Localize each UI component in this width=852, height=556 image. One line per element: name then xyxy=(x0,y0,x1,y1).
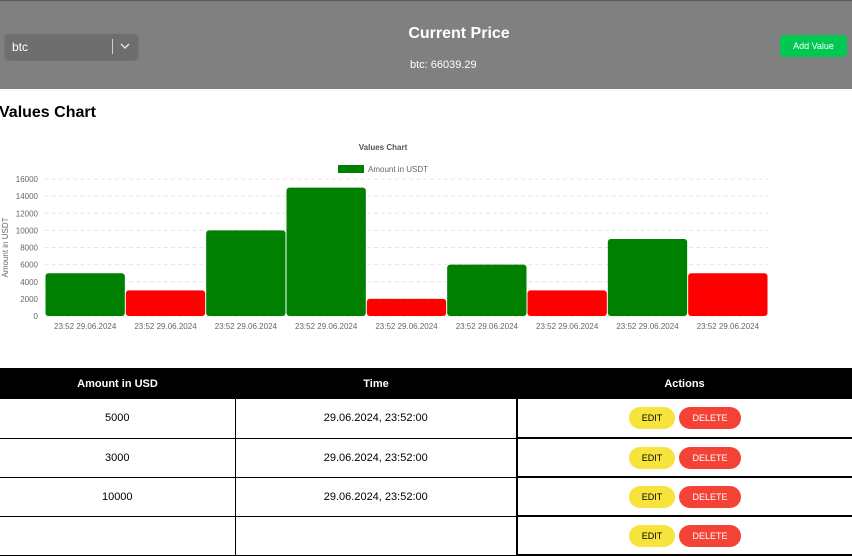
current-price-title: Current Price xyxy=(408,25,510,42)
x-tick-label: 23:52 29.06.2024 xyxy=(375,322,438,331)
time-cell: 29.06.2024, 23:52:00 xyxy=(234,399,517,439)
section-title: Values Chart xyxy=(0,104,96,121)
delete-button[interactable]: DELETE xyxy=(679,446,741,469)
y-tick-label: 8000 xyxy=(20,244,38,253)
edit-button[interactable]: EDIT xyxy=(629,485,675,508)
coin-select[interactable]: btc xyxy=(5,34,138,59)
legend-label: Amount in USDT xyxy=(368,165,428,174)
table-row: EDIT DELETE xyxy=(0,516,852,556)
edit-button[interactable]: EDIT xyxy=(629,407,675,429)
x-tick-label: 23:52 29.06.2024 xyxy=(215,322,278,331)
delete-button[interactable]: DELETE xyxy=(679,485,741,508)
column-header-actions: Actions xyxy=(517,368,852,399)
chart-bar xyxy=(447,264,527,316)
actions-cell: EDIT DELETE xyxy=(516,438,852,478)
chart-bar xyxy=(688,273,768,316)
amount-cell: 5000 xyxy=(0,399,235,439)
amount-cell: 10000 xyxy=(0,477,235,517)
amount-cell: 3000 xyxy=(0,438,235,478)
actions-cell: EDIT DELETE xyxy=(516,516,852,556)
table-row: 5000 29.06.2024, 23:52:00 EDIT DELETE xyxy=(0,399,852,439)
y-tick-label: 4000 xyxy=(20,278,38,287)
chart-bar xyxy=(607,238,688,316)
top-bar: btc Current Price btc: 66039.29 Add Valu… xyxy=(0,0,852,89)
select-separator xyxy=(112,39,113,54)
time-cell: 29.06.2024, 23:52:00 xyxy=(234,438,517,478)
current-price-value: btc: 66039.29 xyxy=(410,59,477,71)
table-row: 3000 29.06.2024, 23:52:00 EDIT DELETE xyxy=(0,438,852,478)
x-tick-label: 23:52 29.06.2024 xyxy=(616,322,679,331)
x-tick-label: 23:52 29.06.2024 xyxy=(697,322,760,331)
y-tick-label: 6000 xyxy=(20,261,38,270)
x-tick-label: 23:52 29.06.2024 xyxy=(536,322,599,331)
edit-button[interactable]: EDIT xyxy=(629,446,675,469)
chart-bar xyxy=(206,230,286,316)
legend-swatch xyxy=(338,165,364,173)
actions-cell: EDIT DELETE xyxy=(516,399,852,439)
chart-bar xyxy=(286,187,366,316)
chevron-down-icon[interactable] xyxy=(119,41,131,51)
time-cell xyxy=(234,516,517,556)
x-tick-label: 23:52 29.06.2024 xyxy=(134,322,197,331)
table-header-row: Amount in USD Time Actions xyxy=(0,368,852,399)
chart-title: Values Chart xyxy=(359,143,408,152)
column-header-amount: Amount in USD xyxy=(0,368,235,399)
x-tick-label: 23:52 29.06.2024 xyxy=(456,322,519,331)
x-tick-label: 23:52 29.06.2024 xyxy=(295,322,358,331)
delete-button[interactable]: DELETE xyxy=(679,407,741,429)
y-tick-label: 2000 xyxy=(20,295,38,304)
y-axis-label: Amount in USDT xyxy=(1,217,10,277)
time-cell: 29.06.2024, 23:52:00 xyxy=(234,477,517,517)
chart-bar xyxy=(45,273,125,316)
y-tick-label: 12000 xyxy=(16,209,39,218)
column-header-time: Time xyxy=(235,368,517,399)
y-tick-label: 16000 xyxy=(16,175,39,184)
amount-cell xyxy=(0,516,235,556)
values-chart: Values Chart Amount in USDT 0 2000 4000 6000 8… xyxy=(1,143,768,331)
coin-select-value: btc xyxy=(12,40,29,54)
x-tick-label: 23:52 29.06.2024 xyxy=(54,322,117,331)
chart-bar xyxy=(527,290,607,316)
y-tick-label: 14000 xyxy=(16,192,39,201)
add-value-button[interactable]: Add Value xyxy=(780,35,847,57)
table-row: 10000 29.06.2024, 23:52:00 EDIT DELETE xyxy=(0,477,852,517)
chart-bar xyxy=(125,290,206,316)
y-tick-label: 10000 xyxy=(16,226,39,235)
y-tick-label: 0 xyxy=(34,312,39,321)
chart-bar xyxy=(366,298,447,316)
actions-cell: EDIT DELETE xyxy=(516,477,852,517)
